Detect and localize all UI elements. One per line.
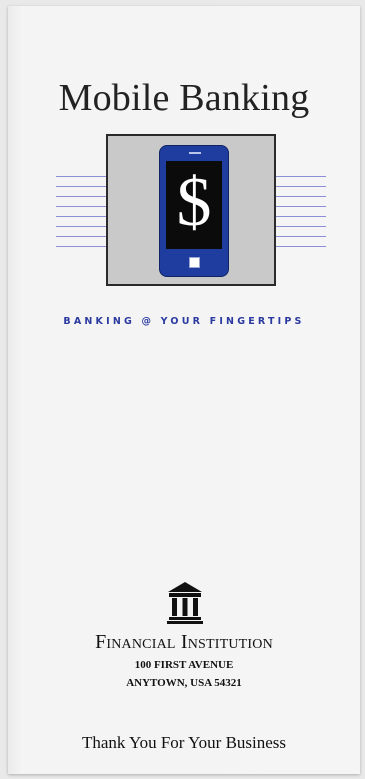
page-title: Mobile Banking	[58, 77, 310, 119]
institution-address-line1: 100 FIRST AVENUE	[134, 659, 234, 671]
decorative-lines-right	[276, 168, 326, 258]
closing-message: Thank You For Your Business	[81, 733, 287, 752]
smartphone-icon: $	[159, 145, 229, 277]
dollar-sign-icon: $	[176, 164, 212, 241]
decorative-lines-left	[56, 168, 106, 258]
phone-speaker	[189, 152, 201, 154]
phone-illustration-frame: $	[106, 134, 276, 286]
bank-building-icon	[167, 582, 203, 624]
phone-screen: $	[166, 161, 222, 249]
tagline: BANKING @ YOUR FINGERTIPS	[63, 316, 305, 327]
institution-address-line2: ANYTOWN, USA 54321	[126, 677, 242, 689]
phone-home-button	[189, 257, 200, 268]
brochure-card: Mobile Banking $ BANKING @ YOUR FINGERTI…	[8, 6, 360, 774]
institution-name: Financial Institution	[95, 631, 273, 653]
